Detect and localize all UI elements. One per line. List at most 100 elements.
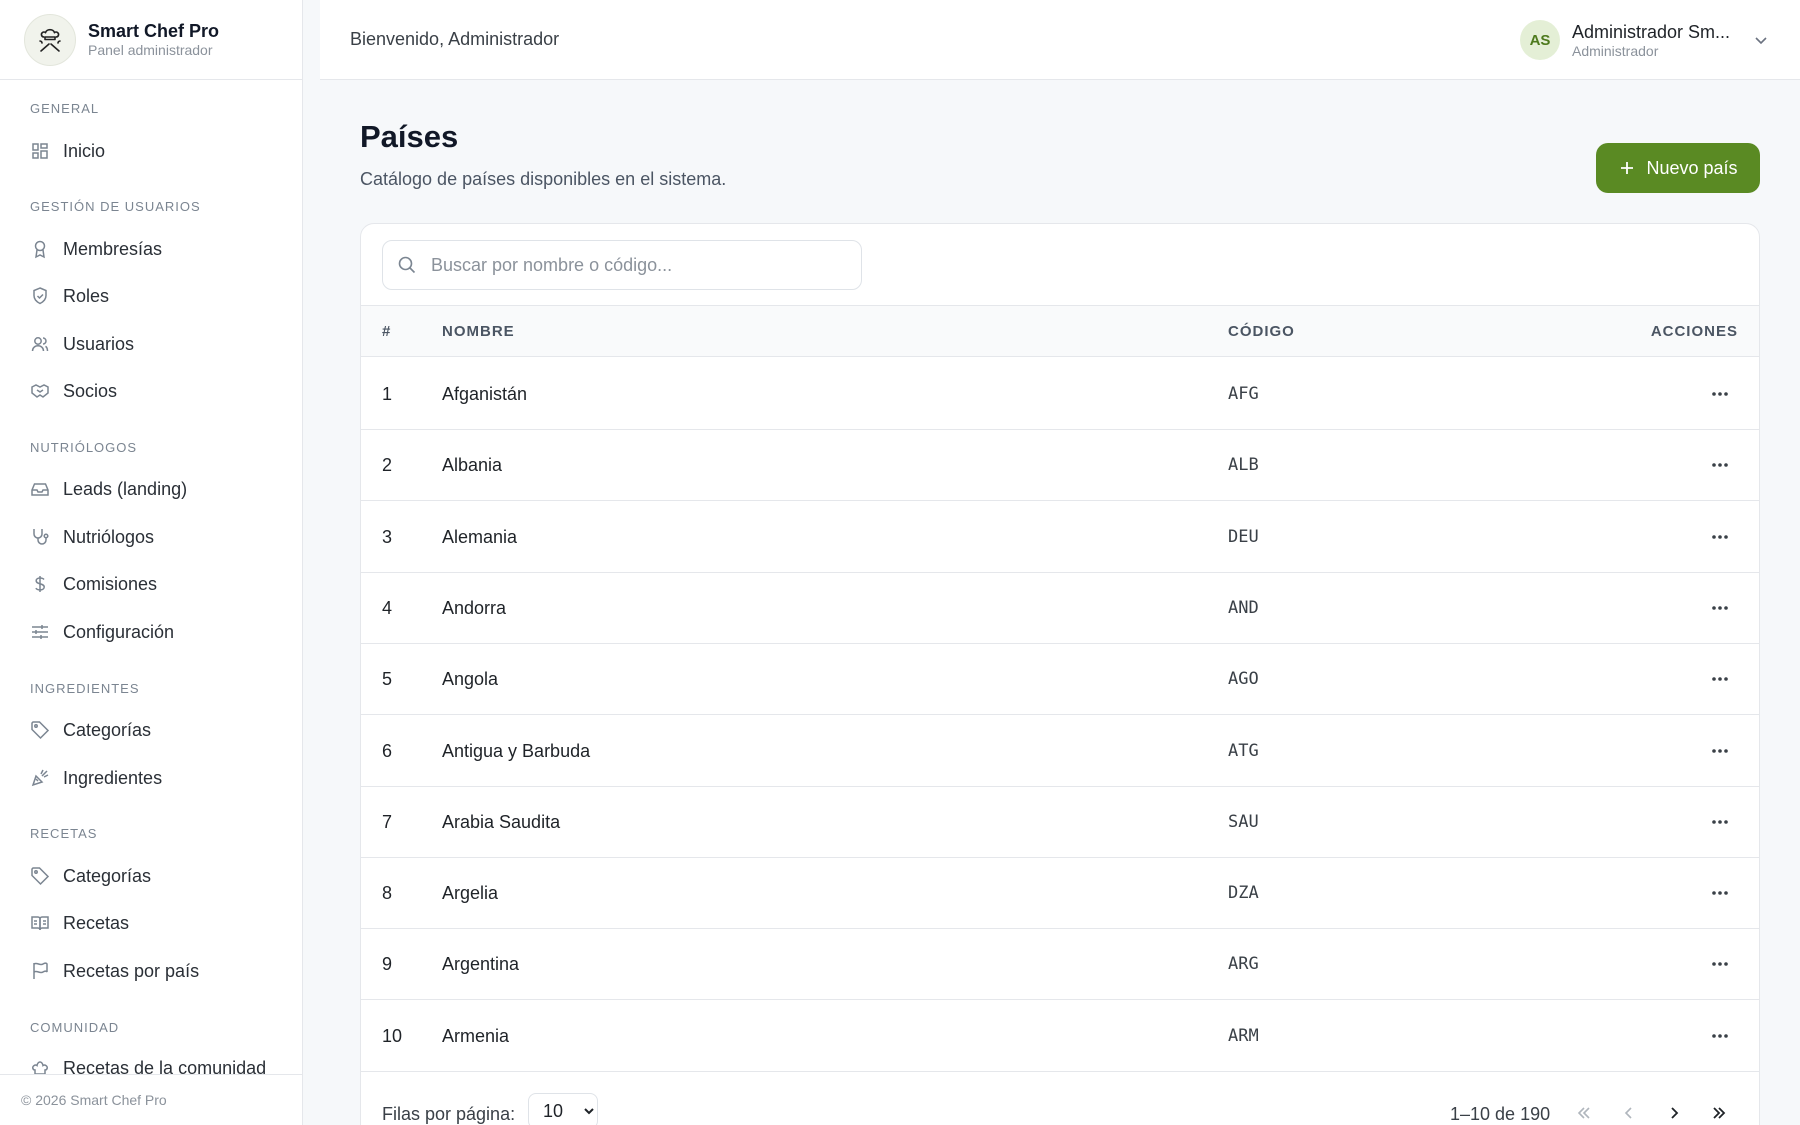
table-row[interactable]: 9 Argentina ARG [361, 928, 1759, 1001]
chevron-left-icon [1624, 1107, 1632, 1119]
country-name: Afganistán [442, 384, 528, 404]
next-page-button[interactable] [1662, 1101, 1686, 1125]
row-actions-button[interactable] [1709, 669, 1731, 689]
first-page-button[interactable] [1572, 1101, 1596, 1125]
inbox-icon [31, 483, 49, 496]
tag-icon [31, 721, 50, 740]
sidebar-item-roles[interactable]: Roles [30, 278, 292, 314]
chevron-down-icon[interactable] [1752, 31, 1770, 49]
row-actions-button[interactable] [1709, 1026, 1731, 1046]
row-actions-button[interactable] [1709, 812, 1731, 832]
table-row[interactable]: 7 Arabia Saudita SAU [361, 786, 1759, 858]
country-name: Alemania [442, 526, 518, 547]
sidebar-item-configuracion[interactable]: Configuración [30, 614, 292, 650]
table-row[interactable]: 6 Antigua y Barbuda ATG [361, 715, 1759, 787]
sidebar-footer: © 2026 Smart Chef Pro [0, 1074, 302, 1125]
sliders-icon [32, 625, 48, 639]
column-header-name[interactable]: NOMBRE [442, 323, 515, 340]
rows-per-page-select[interactable]: 10 [528, 1093, 598, 1125]
page-description: Catálogo de países disponibles en el sis… [360, 169, 727, 189]
sidebar-item-leads[interactable]: Leads (landing) [30, 471, 292, 507]
row-actions-button[interactable] [1709, 741, 1731, 761]
sidebar-item-nutriologos[interactable]: Nutriólogos [30, 519, 292, 555]
user-menu[interactable]: AS Administrador Sm... Administrador [1520, 20, 1770, 60]
table-row[interactable]: 1 Afganistán AFG [361, 358, 1759, 430]
sidebar-item-label: Usuarios [63, 333, 135, 354]
dollar-icon [35, 576, 45, 592]
row-number: 8 [382, 883, 393, 904]
row-actions-button[interactable] [1709, 954, 1731, 974]
country-code: AFG [1228, 384, 1259, 404]
sidebar-item-recetas-por-pais[interactable]: Recetas por país [30, 953, 292, 989]
sidebar-nav: General Inicio Gestión de usuarios Membr… [0, 80, 302, 1074]
sidebar-item-label: Categorías [63, 865, 152, 886]
sidebar-item-inicio[interactable]: Inicio [30, 133, 292, 169]
sidebar-item-comisiones[interactable]: Comisiones [30, 566, 292, 602]
brand[interactable]: Smart Chef Pro Panel administrador [0, 0, 302, 80]
table-row[interactable]: 3 Alemania DEU [361, 501, 1759, 573]
grid-icon [32, 143, 48, 159]
country-name: Angola [442, 669, 499, 690]
more-horizontal-icon [1712, 392, 1728, 396]
row-number: 7 [382, 811, 393, 832]
table-row[interactable]: 10 Armenia ARM [361, 1000, 1759, 1072]
nav-section-nutriologos: Nutriólogos [30, 440, 138, 455]
column-header-code[interactable]: CÓDIGO [1228, 323, 1295, 340]
prev-page-button[interactable] [1617, 1101, 1641, 1125]
sidebar-item-categorias-recetas[interactable]: Categorías [30, 858, 292, 894]
sidebar-item-categorias-ingredientes[interactable]: Categorías [30, 712, 292, 748]
search-box[interactable] [382, 240, 862, 290]
sidebar-item-membresias[interactable]: Membresías [30, 231, 292, 267]
sidebar-item-recetas-comunidad[interactable]: Recetas de la comunidad [30, 1050, 292, 1074]
brand-subtitle: Panel administrador [88, 42, 213, 58]
sidebar-item-recetas[interactable]: Recetas [30, 905, 292, 941]
row-number: 4 [382, 597, 393, 618]
sidebar-item-label: Categorías [63, 719, 152, 740]
row-actions-button[interactable] [1709, 598, 1731, 618]
sidebar-item-socios[interactable]: Socios [30, 373, 292, 409]
chef-logo-icon [24, 13, 76, 66]
country-code: AND [1228, 597, 1259, 618]
more-horizontal-icon [1712, 606, 1728, 610]
sidebar-item-label: Ingredientes [63, 767, 163, 788]
more-horizontal-icon [1712, 1033, 1728, 1038]
country-name: Armenia [442, 1025, 510, 1046]
row-number: 9 [382, 954, 393, 975]
new-country-label: Nuevo país [1646, 157, 1738, 178]
row-actions-button[interactable] [1709, 527, 1731, 547]
sidebar-item-ingredientes[interactable]: Ingredientes [30, 760, 292, 796]
more-horizontal-icon [1712, 962, 1728, 967]
more-horizontal-icon [1712, 534, 1728, 539]
book-icon [31, 916, 49, 931]
sidebar-item-label: Comisiones [63, 573, 158, 594]
country-name: Antigua y Barbuda [442, 740, 591, 761]
more-horizontal-icon [1712, 891, 1728, 895]
new-country-button[interactable]: Nuevo país [1596, 143, 1760, 193]
chevrons-left-icon [1577, 1107, 1590, 1119]
row-actions-button[interactable] [1709, 883, 1731, 903]
country-name: Argentina [442, 954, 520, 975]
table-header: # NOMBRE CÓDIGO ACCIONES [361, 305, 1759, 357]
row-number: 3 [382, 526, 393, 547]
chef-hat-icon [32, 1061, 48, 1074]
row-number: 5 [382, 669, 393, 690]
country-code: ARG [1228, 954, 1259, 975]
table-row[interactable]: 4 Andorra AND [361, 572, 1759, 644]
table-row[interactable]: 2 Albania ALB [361, 429, 1759, 502]
shield-icon [33, 287, 47, 305]
country-code: ALB [1228, 455, 1259, 476]
rows-per-page-label: Filas por página: [382, 1104, 516, 1124]
carrot-icon [31, 769, 49, 787]
sidebar-item-label: Inicio [63, 140, 106, 161]
table-row[interactable]: 8 Argelia DZA [361, 857, 1759, 930]
country-name: Argelia [442, 883, 499, 904]
sidebar-item-label: Membresías [63, 238, 163, 259]
row-actions-button[interactable] [1709, 384, 1731, 404]
table-row[interactable]: 5 Angola AGO [361, 643, 1759, 716]
country-name: Albania [442, 455, 503, 476]
last-page-button[interactable] [1707, 1101, 1731, 1125]
sidebar-item-usuarios[interactable]: Usuarios [30, 326, 292, 362]
row-actions-button[interactable] [1709, 455, 1731, 475]
search-input[interactable] [431, 254, 851, 276]
sidebar-item-label: Nutriólogos [63, 526, 155, 547]
